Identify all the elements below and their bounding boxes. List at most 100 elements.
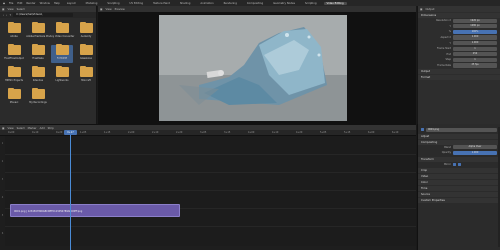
tab-compositing[interactable]: Compositing: [244, 2, 266, 5]
folder-item[interactable]: Adobe: [3, 21, 25, 41]
field-label: Frame Start: [436, 47, 451, 51]
channel-number: 6: [1, 232, 4, 235]
blender-logo-icon[interactable]: ◆: [3, 2, 5, 5]
folder-label: My Recordings: [29, 101, 47, 104]
folder-item[interactable]: Audacity: [75, 21, 97, 41]
folder-label: Mixcraft: [81, 79, 91, 82]
tab-geometry-nodes[interactable]: Geometry Nodes: [270, 2, 298, 5]
folder-item[interactable]: FreeMake: [27, 43, 49, 63]
ruler-tick-label: 5+15: [344, 131, 351, 134]
blend-select[interactable]: Alpha Over: [453, 145, 497, 150]
menu-edit[interactable]: Edit: [17, 2, 22, 5]
section-format[interactable]: Format: [418, 75, 500, 81]
mirror-x-checkbox[interactable]: [453, 163, 456, 167]
folder-label: Lightworks: [55, 79, 69, 82]
folder-icon: [55, 21, 69, 33]
ruler-tick-label: 2+20: [176, 131, 183, 134]
folder-label: Audacity: [80, 35, 92, 38]
field-label: %: [448, 30, 451, 34]
strip-name-row: 0001.png: [418, 127, 500, 133]
tab-rendering[interactable]: Rendering: [221, 2, 240, 5]
tab-scripting[interactable]: Scripting: [302, 2, 320, 5]
folder-item[interactable]: Glassblow: [75, 43, 97, 63]
tab-modeling[interactable]: Modeling: [83, 2, 101, 5]
mirror-y-checkbox[interactable]: [458, 163, 461, 167]
section-source[interactable]: Source: [418, 192, 500, 198]
menu-file[interactable]: File: [9, 2, 13, 5]
forward-arrow-icon[interactable]: ›: [6, 14, 7, 17]
folder-item[interactable]: Kdenlive: [27, 65, 49, 85]
strip-name-field[interactable]: 0001.png: [426, 127, 497, 132]
folder-item[interactable]: Hitfilm Projects: [3, 65, 25, 85]
section-time[interactable]: Time: [418, 186, 500, 192]
opacity-label: Opacity: [441, 151, 451, 155]
frame-end-field[interactable]: 250: [453, 52, 497, 57]
tab-uv-editing[interactable]: UV Editing: [127, 2, 147, 5]
menu-render[interactable]: Render: [26, 2, 35, 5]
field-label: Resolution X: [436, 19, 451, 23]
ruler-tick-label: 4+10: [272, 131, 279, 134]
aspect-y-field[interactable]: 1.000: [453, 41, 497, 46]
folder-item[interactable]: FluidFlowOutput: [3, 43, 25, 63]
parent-folder-icon[interactable]: ↑: [9, 14, 11, 17]
aspect-x-field[interactable]: 1.000: [453, 35, 497, 40]
menu-fb-view[interactable]: View: [7, 8, 13, 11]
tab-texture-paint[interactable]: Texture Paint: [150, 2, 173, 5]
properties-tab-output[interactable]: Output: [425, 8, 434, 11]
strip-enabled-checkbox[interactable]: [421, 128, 424, 132]
frame-rate-field[interactable]: 25 fps: [453, 63, 497, 68]
menu-preview-preview[interactable]: Preview: [115, 8, 125, 11]
frame-start-field[interactable]: 1: [453, 46, 497, 51]
preview-frame[interactable]: [159, 15, 347, 121]
opacity-field[interactable]: 1.000: [453, 150, 497, 156]
folder-item[interactable]: FXHOME: [51, 43, 73, 63]
editor-type-icon[interactable]: ▣: [100, 8, 102, 11]
ruler-tick-label: 5+05: [320, 131, 327, 134]
menu-window[interactable]: Window: [40, 2, 50, 5]
path-input[interactable]: C:\Users\hel\Videos\: [13, 13, 74, 17]
tab-layout[interactable]: Layout: [64, 2, 79, 5]
image-strip[interactable]: 0001.png | 1234567890ABCDEF0123456789ABC…: [10, 204, 180, 217]
folder-item[interactable]: My Recordings: [27, 87, 49, 107]
menu-fb-select[interactable]: Select: [17, 8, 25, 11]
menu-help[interactable]: Help: [54, 2, 60, 5]
playhead-frame-indicator[interactable]: 0+17: [64, 130, 77, 135]
folder-item[interactable]: Mixcraft: [75, 65, 97, 85]
frame-step-field[interactable]: 1: [453, 57, 497, 63]
file-browser: ▣ View Select ‹ › ↑ C:\Users\hel\Videos\…: [0, 6, 97, 124]
section-color[interactable]: Color: [418, 180, 500, 186]
playhead-line[interactable]: [70, 130, 71, 250]
back-arrow-icon[interactable]: ‹: [3, 14, 4, 17]
channel-number: 4: [1, 196, 4, 199]
folder-item[interactable]: Adobe Premiere Pro: [26, 21, 50, 41]
folder-item[interactable]: Lightworks: [51, 65, 73, 85]
tab-animation[interactable]: Animation: [197, 2, 216, 5]
properties-panel: ▣ Output Dimensions Resolution X 1920 px …: [417, 6, 500, 124]
folder-grid: Adobe Adobe Premiere Pro Any Video Conve…: [0, 18, 96, 112]
editor-type-icon[interactable]: ▣: [420, 8, 422, 11]
section-crop[interactable]: Crop: [418, 168, 500, 174]
section-output[interactable]: Output: [418, 69, 500, 75]
folder-item[interactable]: Movavi: [3, 87, 25, 107]
ruler-tick-label: 0+20: [56, 131, 63, 134]
tab-video-editing[interactable]: Video Editing: [323, 1, 347, 5]
tab-shading[interactable]: Shading: [177, 2, 194, 5]
channel-divider: [5, 190, 416, 191]
field-row: Frame Rate 25 fps: [418, 63, 500, 69]
section-adjust[interactable]: Adjust: [418, 133, 500, 139]
menu-preview-view[interactable]: View: [105, 8, 111, 11]
ruler-tick-label: 4+20: [296, 131, 303, 134]
folder-icon: [7, 65, 21, 77]
channel-number: 2: [1, 160, 4, 163]
channel-area[interactable]: 1 2 3 4 5 6: [2, 136, 416, 246]
ruler-tick-label: 3+15: [224, 131, 231, 134]
section-custom-properties[interactable]: Custom Properties: [418, 198, 500, 204]
editor-type-icon[interactable]: ▣: [2, 8, 4, 11]
folder-item[interactable]: Any Video Converter: [50, 21, 74, 41]
resolution-y-field[interactable]: 1080 px: [453, 24, 497, 29]
tab-sculpting[interactable]: Sculpting: [104, 2, 122, 5]
folder-icon: [7, 87, 21, 99]
resolution-percent-field[interactable]: 100%: [453, 29, 497, 35]
section-video[interactable]: Video: [418, 174, 500, 180]
resolution-x-field[interactable]: 1920 px: [453, 18, 497, 23]
